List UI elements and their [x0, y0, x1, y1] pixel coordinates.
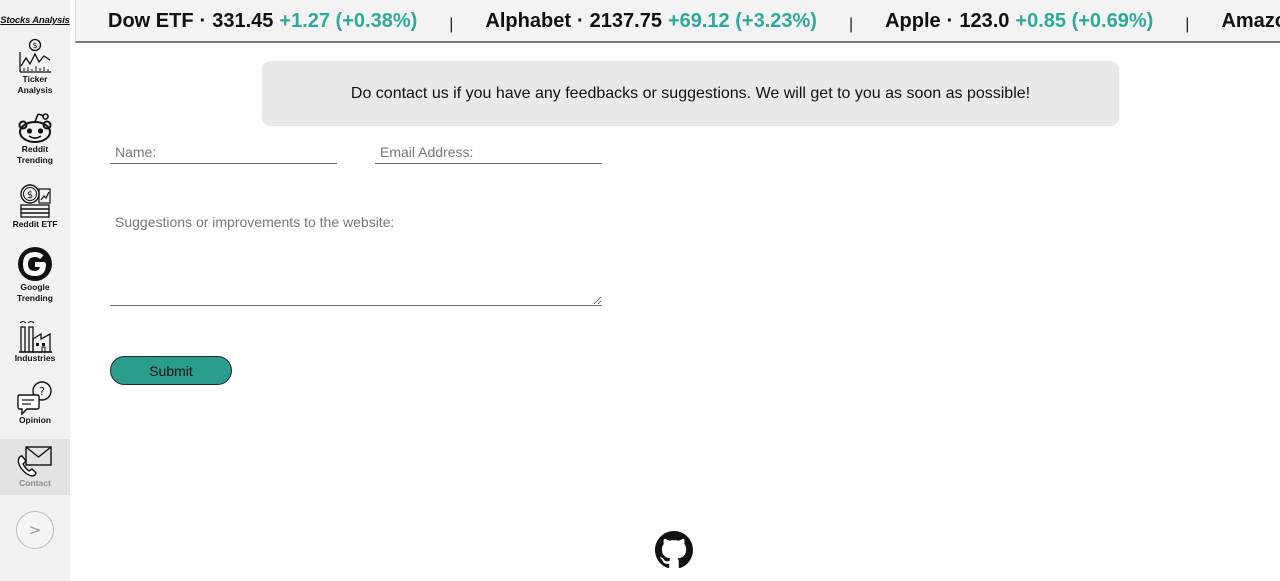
- ticker-dot: ·: [946, 10, 954, 32]
- sidebar-item-opinion[interactable]: ? Opinion: [0, 381, 70, 427]
- mail-phone-icon: [17, 446, 52, 477]
- sidebar-item-industries[interactable]: Industries: [0, 319, 70, 365]
- ticker-price: 123.0: [959, 10, 1010, 32]
- ticker-name: Amazon: [1221, 10, 1280, 32]
- sidebar-item-reddit-trending[interactable]: Reddit Trending: [0, 112, 70, 165]
- ticker-separator: |: [848, 16, 854, 33]
- brand-title[interactable]: Stocks Analysis: [0, 15, 70, 26]
- submit-button[interactable]: Submit: [110, 356, 232, 385]
- github-icon: [655, 531, 693, 569]
- suggestion-textarea[interactable]: [110, 210, 602, 306]
- ticker-item[interactable]: Amazon: [1221, 10, 1280, 33]
- ticker-dot: ·: [576, 10, 584, 32]
- chart-dollar-icon: $: [19, 38, 51, 73]
- stock-ticker-bar: Dow ETF · 331.45 +1.27 (+0.38%) | Alphab…: [75, 0, 1280, 43]
- sidebar-item-label: Trending: [17, 292, 53, 303]
- name-field[interactable]: [110, 140, 337, 164]
- sidebar-item-ticker-analysis[interactable]: $ Ticker Analysis: [0, 38, 70, 95]
- svg-text:$: $: [32, 41, 37, 50]
- sidebar-item-label: Contact: [19, 478, 51, 488]
- ticker-item[interactable]: Dow ETF · 331.45 +1.27 (+0.38%): [108, 10, 417, 33]
- ticker-item[interactable]: Alphabet · 2137.75 +69.12 (+3.23%): [485, 10, 817, 33]
- ticker-item[interactable]: Apple · 123.0 +0.85 (+0.69%): [885, 10, 1153, 33]
- ticker-separator: |: [449, 16, 454, 33]
- sidebar-item-label: Industries: [14, 353, 56, 363]
- sidebar-item-label: Reddit: [21, 144, 49, 154]
- google-icon: [18, 247, 52, 281]
- ticker-change: +1.27 (+0.38%): [279, 10, 418, 32]
- expand-sidebar-button[interactable]: >: [16, 511, 54, 549]
- email-field[interactable]: [375, 140, 602, 164]
- ticker-name: Alphabet: [485, 10, 571, 32]
- contact-banner: Do contact us if you have any feedbacks …: [262, 61, 1119, 126]
- speech-question-icon: ?: [17, 381, 52, 415]
- ticker-price: 331.45: [212, 10, 274, 32]
- ticker-track: Dow ETF · 331.45 +1.27 (+0.38%) | Alphab…: [108, 10, 1280, 33]
- svg-text:$: $: [27, 190, 33, 201]
- ticker-name: Apple: [885, 10, 941, 32]
- banner-text: Do contact us if you have any feedbacks …: [350, 84, 1031, 102]
- ticker-change: +0.85 (+0.69%): [1015, 10, 1154, 32]
- sidebar-item-contact[interactable]: Contact: [0, 439, 70, 495]
- ticker-dot: ·: [199, 10, 207, 32]
- ticker-separator: |: [1185, 16, 1190, 33]
- sidebar-item-reddit-etf[interactable]: $ Reddit ETF: [0, 183, 70, 231]
- sidebar-item-label: Google: [20, 282, 50, 292]
- ticker-price: 2137.75: [589, 10, 662, 32]
- sidebar-item-label: Opinion: [18, 415, 52, 425]
- sidebar-item-label: Ticker: [22, 74, 48, 84]
- coins-icon: $: [20, 184, 51, 218]
- ticker-name: Dow ETF: [108, 10, 194, 32]
- reddit-icon: [18, 113, 52, 143]
- sidebar-item-label: Analysis: [17, 84, 53, 95]
- sidebar-item-label: Trending: [17, 154, 53, 165]
- factory-icon: [19, 321, 52, 353]
- sidebar: Stocks Analysis $ Ticker Analysis Reddit…: [0, 0, 70, 581]
- svg-text:?: ?: [39, 385, 45, 398]
- sidebar-item-google-trending[interactable]: Google Trending: [0, 246, 70, 303]
- sidebar-item-label: Reddit ETF: [12, 219, 58, 229]
- ticker-change: +69.12 (+3.23%): [667, 10, 817, 32]
- github-link[interactable]: [655, 531, 693, 569]
